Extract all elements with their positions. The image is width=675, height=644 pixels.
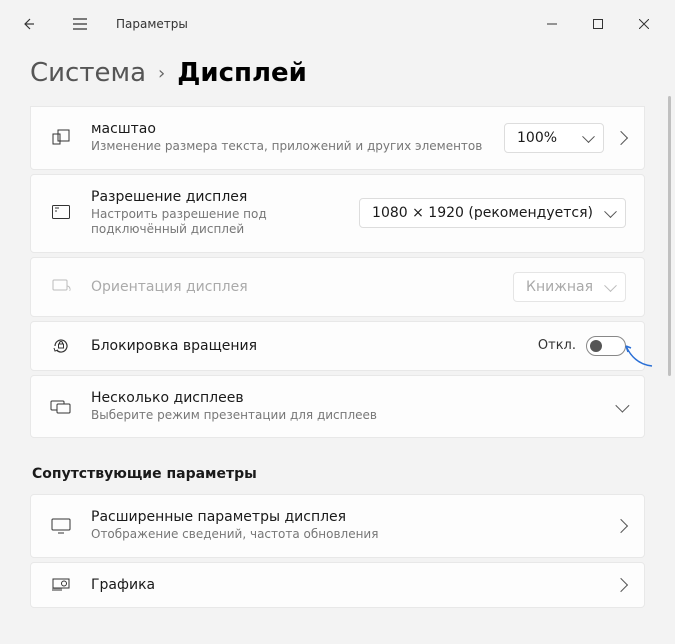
row-orientation: Ориентация дисплея Книжная	[30, 257, 645, 317]
back-button[interactable]	[8, 4, 48, 44]
dropdown-value: 1080 × 1920 (рекомендуется)	[372, 205, 593, 221]
page-title: Дисплей	[177, 58, 307, 88]
row-graphics[interactable]: Графика	[30, 562, 645, 608]
related-heading: Сопутствующие параметры	[32, 466, 645, 482]
scale-icon	[49, 128, 73, 148]
toggle-knob	[590, 340, 602, 352]
close-icon	[639, 19, 649, 29]
minimize-button[interactable]	[529, 8, 575, 40]
back-icon	[20, 16, 36, 32]
row-title: Разрешение дисплея	[91, 189, 341, 205]
chevron-down-icon	[615, 398, 629, 412]
row-subtitle: Отображение сведений, частота обновления	[91, 527, 598, 543]
chevron-right-icon	[614, 131, 628, 145]
content-scroll[interactable]: масштао Изменение размера текста, прилож…	[0, 106, 675, 642]
maximize-button[interactable]	[575, 8, 621, 40]
row-title: Расширенные параметры дисплея	[91, 509, 598, 525]
row-title: Ориентация дисплея	[91, 279, 495, 295]
dropdown-value: Книжная	[526, 279, 593, 295]
rotation-lock-icon	[49, 336, 73, 356]
row-subtitle: Выберите режим презентации для дисплеев	[91, 408, 598, 424]
gpu-icon	[49, 577, 73, 593]
chevron-right-icon	[614, 519, 628, 533]
row-title: Блокировка вращения	[91, 338, 520, 354]
breadcrumb: Система › Дисплей	[0, 48, 675, 106]
monitor-icon	[49, 517, 73, 535]
maximize-icon	[593, 19, 603, 29]
titlebar: Параметры	[0, 0, 675, 48]
close-button[interactable]	[621, 8, 667, 40]
row-title: Графика	[91, 577, 598, 593]
rotation-lock-toggle[interactable]	[586, 336, 626, 356]
toggle-state-label: Откл.	[538, 338, 576, 353]
scrollbar[interactable]	[668, 96, 671, 376]
orientation-icon	[49, 278, 73, 296]
orientation-dropdown: Книжная	[513, 272, 626, 302]
scale-dropdown[interactable]: 100%	[504, 123, 604, 153]
multiple-displays-icon	[49, 398, 73, 416]
row-title: Несколько дисплеев	[91, 390, 598, 406]
row-subtitle: Изменение размера текста, приложений и д…	[91, 139, 486, 155]
row-title: масштао	[91, 121, 486, 137]
resolution-icon	[49, 204, 73, 222]
row-multiple-displays[interactable]: Несколько дисплеев Выберите режим презен…	[30, 375, 645, 439]
hamburger-icon	[72, 17, 88, 31]
dropdown-value: 100%	[517, 130, 557, 146]
minimize-icon	[547, 19, 557, 29]
row-resolution[interactable]: Разрешение дисплея Настроить разрешение …	[30, 174, 645, 253]
row-rotation-lock[interactable]: Блокировка вращения Откл.	[30, 321, 645, 371]
menu-button[interactable]	[60, 4, 100, 44]
row-scale[interactable]: масштао Изменение размера текста, прилож…	[30, 106, 645, 170]
window-title: Параметры	[116, 17, 188, 31]
breadcrumb-parent[interactable]: Система	[30, 58, 146, 88]
chevron-right-icon: ›	[158, 63, 165, 84]
chevron-right-icon	[614, 578, 628, 592]
resolution-dropdown[interactable]: 1080 × 1920 (рекомендуется)	[359, 198, 626, 228]
row-subtitle: Настроить разрешение под подключённый ди…	[91, 207, 341, 238]
row-advanced-display[interactable]: Расширенные параметры дисплея Отображени…	[30, 494, 645, 558]
